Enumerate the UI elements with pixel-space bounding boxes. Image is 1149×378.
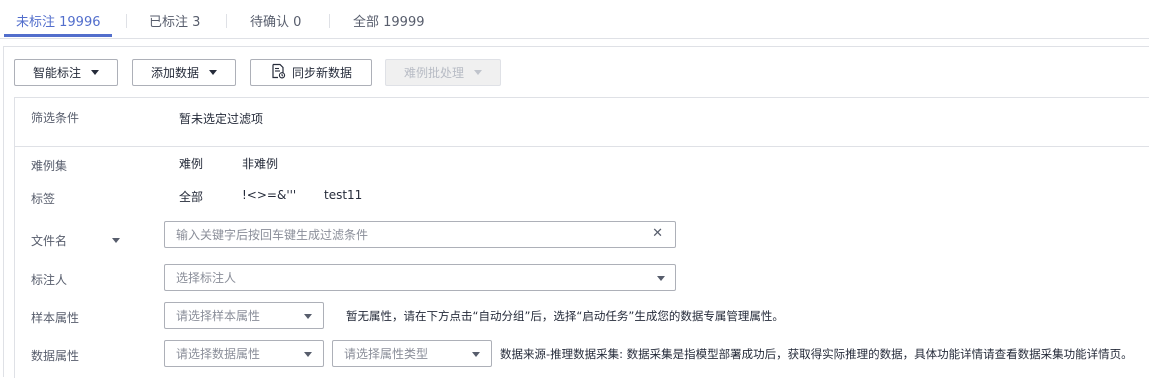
active-tab-indicator — [4, 34, 112, 37]
chevron-down-icon — [304, 314, 312, 319]
tab-pending[interactable]: 待确认 0 — [250, 11, 301, 30]
chevron-down-icon — [209, 70, 217, 75]
chevron-down-icon[interactable] — [112, 238, 120, 243]
smart-label-button[interactable]: 智能标注 — [14, 59, 118, 86]
add-data-button[interactable]: 添加数据 — [132, 59, 236, 86]
smart-label-button-label: 智能标注 — [32, 66, 81, 80]
tab-labeled[interactable]: 已标注 3 — [149, 11, 200, 30]
hard-batch-button[interactable]: 难例批处理 — [385, 59, 501, 86]
filename-placeholder: 输入关键字后按回车键生成过滤条件 — [176, 228, 369, 242]
data-attr-hint: 数据来源-推理数据采集: 数据采集是指模型部署成功后，获取得实际推理的数据，具体… — [500, 347, 1133, 361]
hard-batch-button-label: 难例批处理 — [403, 66, 464, 80]
sample-attr-hint: 暂无属性，请在下方点击“自动分组”后，选择“启动任务”生成您的数据专属管理属性。 — [346, 309, 784, 323]
sync-data-button[interactable]: 同步新数据 — [250, 59, 372, 86]
sample-attr-placeholder: 请选择样本属性 — [176, 309, 261, 323]
chevron-down-icon — [657, 276, 665, 281]
filter-divider — [15, 146, 1149, 147]
annotator-select[interactable]: 选择标注人 — [164, 264, 676, 291]
tag-option-test11[interactable]: test11 — [324, 188, 362, 202]
tab-divider — [329, 14, 330, 28]
sync-data-button-label: 同步新数据 — [291, 66, 352, 80]
attr-type-select[interactable]: 请选择属性类型 — [332, 340, 492, 367]
add-data-button-label: 添加数据 — [150, 66, 199, 80]
sample-attr-label: 样本属性 — [31, 311, 80, 325]
tag-option-special[interactable]: !<>=&''' — [242, 188, 296, 202]
chevron-down-icon — [474, 70, 482, 75]
chevron-down-icon — [91, 70, 99, 75]
hard-set-option-nonhard[interactable]: 非难例 — [242, 155, 278, 172]
tab-unlabeled[interactable]: 未标注 19996 — [16, 11, 101, 30]
filename-input[interactable]: 输入关键字后按回车键生成过滤条件 ✕ — [164, 221, 676, 248]
tags-label: 标签 — [31, 192, 56, 206]
tab-all[interactable]: 全部 19999 — [353, 11, 425, 30]
attr-type-placeholder: 请选择属性类型 — [344, 347, 429, 361]
sample-attr-select[interactable]: 请选择样本属性 — [164, 302, 324, 329]
chevron-down-icon — [472, 352, 480, 357]
annotator-placeholder: 选择标注人 — [176, 271, 237, 285]
hard-set-label: 难例集 — [31, 159, 68, 173]
status-tabs: 未标注 19996 已标注 3 待确认 0 全部 19999 — [0, 0, 1149, 39]
data-attr-label: 数据属性 — [31, 349, 80, 363]
tab-divider — [126, 14, 127, 28]
close-icon[interactable]: ✕ — [652, 226, 663, 241]
filename-label: 文件名 — [31, 234, 68, 248]
chevron-down-icon — [304, 352, 312, 357]
filter-conditions-label: 筛选条件 — [31, 111, 80, 125]
tag-option-all[interactable]: 全部 — [179, 188, 203, 205]
data-attr-select[interactable]: 请选择数据属性 — [164, 340, 324, 367]
filter-conditions-value: 暂未选定过滤项 — [179, 112, 264, 126]
data-attr-placeholder: 请选择数据属性 — [176, 347, 261, 361]
annotator-label: 标注人 — [31, 273, 68, 287]
tab-divider — [226, 14, 227, 28]
sync-file-icon — [270, 63, 286, 82]
hard-set-option-hard[interactable]: 难例 — [179, 155, 203, 172]
